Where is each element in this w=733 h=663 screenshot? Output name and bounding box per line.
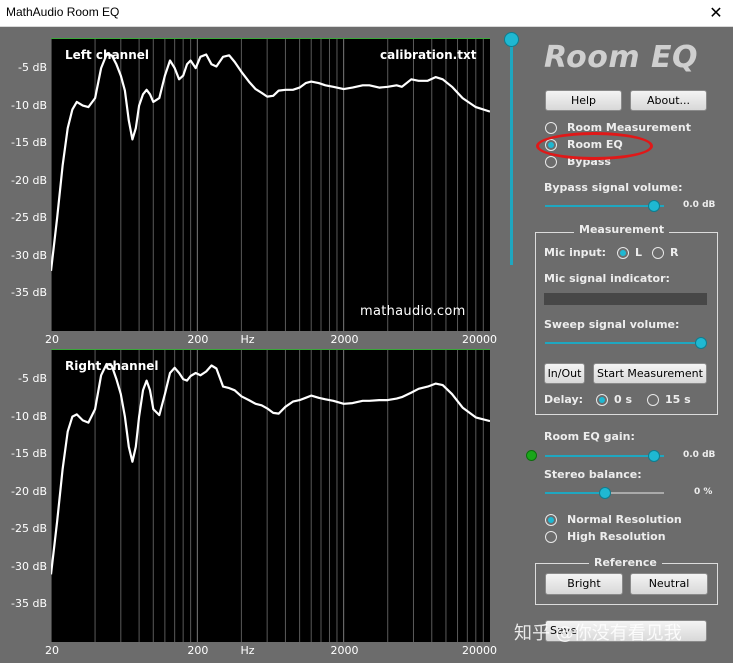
stereo-balance-slider-handle[interactable] <box>598 487 611 499</box>
bypass-volume-slider-track[interactable] <box>545 205 664 207</box>
resolution-radio-high[interactable] <box>545 531 557 543</box>
status-indicator-dot <box>526 450 537 461</box>
bypass-volume-value: 0.0 dB <box>683 200 716 210</box>
mic-signal-indicator <box>544 293 707 305</box>
calibration-file-label: calibration.txt <box>380 48 477 62</box>
mic-input-label: Mic input: <box>544 246 607 259</box>
y-tick-label: -30 dB <box>11 559 47 573</box>
vertical-level-slider-track[interactable] <box>510 33 513 265</box>
x-tick-label: 20 <box>45 644 59 657</box>
response-curve <box>51 53 490 272</box>
left-channel-plot <box>51 38 490 331</box>
neutral-button[interactable]: Neutral <box>630 573 708 595</box>
bright-button[interactable]: Bright <box>545 573 623 595</box>
eq-gain-label: Room EQ gain: <box>544 430 635 443</box>
about-button[interactable]: About... <box>630 90 707 111</box>
x-tick-label: 200 <box>187 644 209 657</box>
mic-label-left: L <box>635 246 643 259</box>
eq-gain-slider-track[interactable] <box>545 455 664 457</box>
x-tick-label: 2000 <box>330 333 359 346</box>
bypass-volume-label: Bypass signal volume: <box>544 181 683 194</box>
eq-gain-slider-handle[interactable] <box>648 450 661 462</box>
resolution-label-normal: Normal Resolution <box>567 513 682 526</box>
delay-label-15s: 15 s <box>665 393 691 406</box>
y-tick-label: -10 dB <box>11 98 47 112</box>
x-tick-label: 2000 <box>330 644 359 657</box>
delay-radio-0s[interactable] <box>596 394 608 406</box>
y-tick-label: -25 dB <box>11 522 47 536</box>
reference-group-title: Reference <box>589 556 662 569</box>
mic-label-right: R <box>670 246 679 259</box>
x-tick-label: 200 <box>187 333 209 346</box>
y-tick-label: -15 dB <box>11 447 47 461</box>
y-tick-label: -25 dB <box>11 211 47 225</box>
right-channel-plot <box>51 349 490 642</box>
sweep-volume-slider-handle[interactable] <box>695 337 707 349</box>
eq-gain-value: 0.0 dB <box>683 450 716 460</box>
right-channel-chart <box>51 349 490 642</box>
in-out-button[interactable]: In/Out <box>544 363 585 384</box>
response-curve <box>51 362 490 575</box>
stereo-balance-label: Stereo balance: <box>544 468 642 481</box>
app-window: MathAudio Room EQ ✕ Left channel calibra… <box>0 0 733 663</box>
y-tick-label: -35 dB <box>11 597 47 611</box>
mic-radio-left[interactable] <box>617 247 629 259</box>
left-channel-chart <box>51 38 490 331</box>
brand-logo: Room EQ <box>544 40 699 75</box>
measurement-group-title: Measurement <box>574 223 670 236</box>
y-tick-label: -15 dB <box>11 136 47 150</box>
mode-radio-bypass[interactable] <box>545 156 557 168</box>
mode-radio-measurement[interactable] <box>545 122 557 134</box>
mic-indicator-label: Mic signal indicator: <box>544 272 670 285</box>
x-tick-label: 20000 <box>462 333 497 346</box>
y-tick-label: -20 dB <box>11 173 47 187</box>
delay-label-0s: 0 s <box>614 393 633 406</box>
site-label: mathaudio.com <box>360 304 466 319</box>
vertical-level-slider-handle[interactable] <box>504 32 519 47</box>
window-title: MathAudio Room EQ <box>6 5 120 19</box>
stereo-balance-value: 0 % <box>694 487 713 497</box>
y-tick-label: -35 dB <box>11 286 47 300</box>
sweep-volume-label: Sweep signal volume: <box>544 318 680 331</box>
close-icon[interactable]: ✕ <box>699 0 733 26</box>
delay-radio-15s[interactable] <box>647 394 659 406</box>
resolution-label-high: High Resolution <box>567 530 666 543</box>
title-bar: MathAudio Room EQ ✕ <box>0 0 733 27</box>
y-tick-label: -5 dB <box>18 372 47 386</box>
sweep-volume-slider-track[interactable] <box>545 342 701 344</box>
bypass-volume-slider-handle[interactable] <box>648 200 661 212</box>
x-tick-label: 20000 <box>462 644 497 657</box>
mic-radio-right[interactable] <box>652 247 664 259</box>
y-tick-label: -10 dB <box>11 409 47 423</box>
y-tick-label: -20 dB <box>11 484 47 498</box>
left-channel-title: Left channel <box>65 48 150 62</box>
help-button[interactable]: Help <box>545 90 622 111</box>
stereo-balance-track-left[interactable] <box>545 492 605 494</box>
start-measurement-button[interactable]: Start Measurement <box>593 363 707 384</box>
x-tick-label: 20 <box>45 333 59 346</box>
x-tick-label: Hz <box>240 644 255 657</box>
y-tick-label: -30 dB <box>11 248 47 262</box>
watermark-text: 知乎 @你没有看见我 <box>514 623 682 644</box>
stereo-balance-track-right[interactable] <box>605 492 664 494</box>
right-channel-title: Right channel <box>65 359 159 373</box>
x-tick-label: Hz <box>240 333 255 346</box>
delay-label: Delay: <box>544 393 584 406</box>
resolution-radio-normal[interactable] <box>545 514 557 526</box>
highlight-annotation <box>536 132 653 160</box>
y-tick-label: -5 dB <box>18 61 47 75</box>
